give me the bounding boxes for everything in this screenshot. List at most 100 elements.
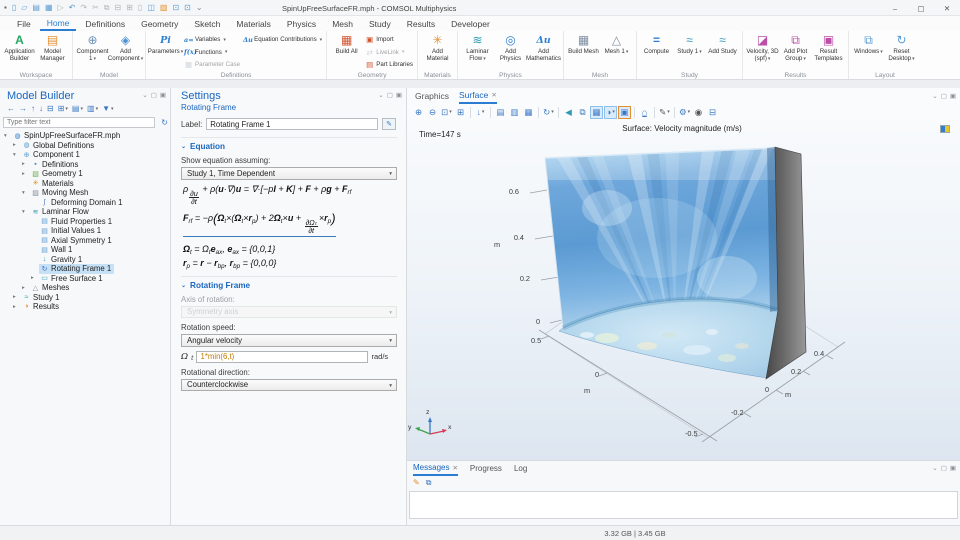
result-templates-button[interactable]: ▣ Result Templates <box>812 33 845 62</box>
build-all-button[interactable]: ▦ Build All <box>330 33 363 55</box>
add-physics-button[interactable]: ◎ Add Physics <box>494 33 527 62</box>
paste-icon[interactable]: ⊟ <box>115 4 122 12</box>
ribbon-tab[interactable]: Sketch <box>187 16 227 31</box>
import-button[interactable]: ▣ Import <box>365 34 413 46</box>
ribbon-tab[interactable]: Home <box>40 16 77 31</box>
tree-expander[interactable]: ▸ <box>22 171 30 177</box>
windows-button[interactable]: ⧉ Windows▾ <box>852 33 885 56</box>
model-manager-icon[interactable]: ▨ <box>160 4 168 12</box>
part-libraries-button[interactable]: ▤ Part Libraries <box>365 59 413 71</box>
tree-expander[interactable]: ▸ <box>31 275 39 281</box>
messages-tab[interactable]: Log <box>514 461 527 476</box>
move-up-icon[interactable]: ↑▾ <box>31 104 35 113</box>
close-panel-icon[interactable]: ▣ <box>950 464 956 472</box>
collapse-panel-icon[interactable]: ⌄ <box>142 91 147 99</box>
more-commands-icon[interactable]: ⌄ <box>196 4 203 12</box>
tree-expander[interactable]: ▸ <box>13 304 21 310</box>
equation-study-dropdown[interactable]: Study 1, Time Dependent ▾ <box>181 167 397 180</box>
ribbon-tab[interactable]: Developer <box>444 16 497 31</box>
clear-messages-icon[interactable]: ✎ <box>413 478 420 487</box>
maximize-button[interactable]: ▢ <box>908 0 934 16</box>
duplicate-icon[interactable]: ⊞ <box>126 4 133 12</box>
model-manager-button[interactable]: ▤ Model Manager <box>36 33 69 62</box>
tree-item[interactable]: ▸ ▪ Definitions <box>0 160 170 170</box>
collapse-panel-icon[interactable]: ⌄ <box>378 91 383 99</box>
tree-item[interactable]: ▾ ≋ Laminar Flow <box>0 207 170 217</box>
parameters-button[interactable]: Pi Parameters▾ <box>149 33 182 56</box>
delete-icon[interactable]: ▯ <box>138 4 142 12</box>
ribbon-tab[interactable]: Mesh <box>325 16 360 31</box>
add-study-button[interactable]: ≈ Add Study <box>706 33 739 55</box>
rotating-frame-section-header[interactable]: ⌄ Rotating Frame <box>181 276 397 290</box>
node-group-icon[interactable]: ▥▾ <box>87 104 98 113</box>
close-panel-icon[interactable]: ▣ <box>396 91 402 99</box>
move-down-icon[interactable]: ↓▾ <box>39 104 43 113</box>
component-1-button[interactable]: ⊕ Component 1▾ <box>76 33 109 63</box>
study-1-button[interactable]: ≈ Study 1▾ <box>673 33 706 56</box>
ribbon-tab[interactable]: Definitions <box>78 16 132 31</box>
tree-item[interactable]: ▸ ▭ Free Surface 1 <box>0 274 170 284</box>
expand-all-icon[interactable]: ⊞▾ <box>58 104 68 113</box>
tree-expander[interactable]: ▸ <box>22 161 30 167</box>
ribbon-tab[interactable]: Physics <box>280 16 323 31</box>
add-plot-group-button[interactable]: ⧉ Add Plot Group▾ <box>779 33 812 63</box>
plot-thumbnail-icon[interactable] <box>940 125 950 133</box>
add-component-button[interactable]: ◈ Add Component▾ <box>109 33 142 63</box>
back-icon[interactable]: ←▾ <box>7 104 15 113</box>
float-panel-icon[interactable]: ▢ <box>151 91 157 99</box>
laminar-flow-button[interactable]: ≋ Laminar Flow▾ <box>461 33 494 63</box>
tree-expander[interactable]: ▸ <box>13 294 21 300</box>
close-panel-icon[interactable]: ▣ <box>160 91 166 99</box>
copy-text-icon[interactable]: ⧉ <box>426 478 432 488</box>
save-as-icon[interactable]: ▦ <box>45 4 53 12</box>
undo-icon[interactable]: ↶ <box>69 4 76 12</box>
equation-section-header[interactable]: ⌄ Equation <box>181 137 397 151</box>
tree-expander[interactable]: ▾ <box>22 209 30 215</box>
ribbon-tab[interactable]: File <box>10 16 38 31</box>
variables-button[interactable]: a= Variables▾ <box>184 34 240 46</box>
close-button[interactable]: ✕ <box>934 0 960 16</box>
tree-item[interactable]: ▤ Axial Symmetry 1 <box>0 236 170 246</box>
rotation-speed-dropdown[interactable]: Angular velocity ▾ <box>181 334 397 347</box>
ribbon-tab[interactable]: Results <box>400 16 442 31</box>
filter-icon[interactable]: ▼▾ <box>102 104 113 113</box>
tree-expander[interactable]: ▾ <box>22 190 30 196</box>
copy-icon[interactable]: ⧉ <box>104 4 110 12</box>
save-icon[interactable]: ▤ <box>32 4 40 12</box>
tree-item[interactable]: ▤ Wall 1 <box>0 245 170 255</box>
tree-expander[interactable]: ▾ <box>4 133 12 139</box>
tree-expander[interactable]: ▸ <box>22 285 30 291</box>
tree-item[interactable]: ∫ Deforming Domain 1 <box>0 198 170 208</box>
run-icon[interactable]: ▷ <box>58 4 64 12</box>
tree-item[interactable]: ▸ ◍ Global Definitions <box>0 141 170 151</box>
tree-item[interactable]: ✳ Materials <box>0 179 170 189</box>
tree-item[interactable]: ▸ ≈ Study 1 <box>0 293 170 303</box>
compute-button[interactable]: = Compute <box>640 33 673 55</box>
add-material-button[interactable]: ✳ Add Material <box>421 33 454 62</box>
messages-content[interactable] <box>409 491 958 519</box>
reset-desktop-button[interactable]: ↻ Reset Desktop▾ <box>885 33 918 63</box>
angular-velocity-input[interactable] <box>196 351 368 363</box>
label-input[interactable] <box>206 118 378 130</box>
rotational-direction-dropdown[interactable]: Counterclockwise ▾ <box>181 379 397 392</box>
minimize-button[interactable]: – <box>882 0 908 16</box>
tree-item[interactable]: ▸ ▧ Geometry 1 <box>0 169 170 179</box>
zoom-extents-icon[interactable]: ⊡ <box>172 4 179 12</box>
ribbon-tab[interactable]: Study <box>362 16 398 31</box>
tree-expander[interactable]: ▾ <box>13 152 21 158</box>
tree-item[interactable]: ↻ Rotating Frame 1 <box>0 264 170 274</box>
compare-icon[interactable]: ◫ <box>147 4 155 12</box>
ribbon-tab[interactable]: Geometry <box>134 16 185 31</box>
messages-tab[interactable]: Messages✕ <box>413 461 458 476</box>
model-tree-node-text-icon[interactable]: ▤▾ <box>72 104 83 113</box>
messages-tab[interactable]: Progress <box>470 461 502 476</box>
tree-item[interactable]: ▸ ◑ Results <box>0 302 170 312</box>
tree-expander[interactable]: ▸ <box>13 142 21 148</box>
3d-viewport[interactable]: Time=147 s Surface: Velocity magnitude (… <box>407 121 960 460</box>
functions-button[interactable]: f(x) Functions▾ <box>184 47 240 59</box>
application-builder-button[interactable]: A Application Builder <box>3 33 36 62</box>
rename-label-button[interactable]: ✎ <box>382 118 396 130</box>
tree-filter-input[interactable] <box>3 117 155 128</box>
tree-item[interactable]: ↓ Gravity 1 <box>0 255 170 265</box>
forward-icon[interactable]: →▾ <box>19 104 27 113</box>
